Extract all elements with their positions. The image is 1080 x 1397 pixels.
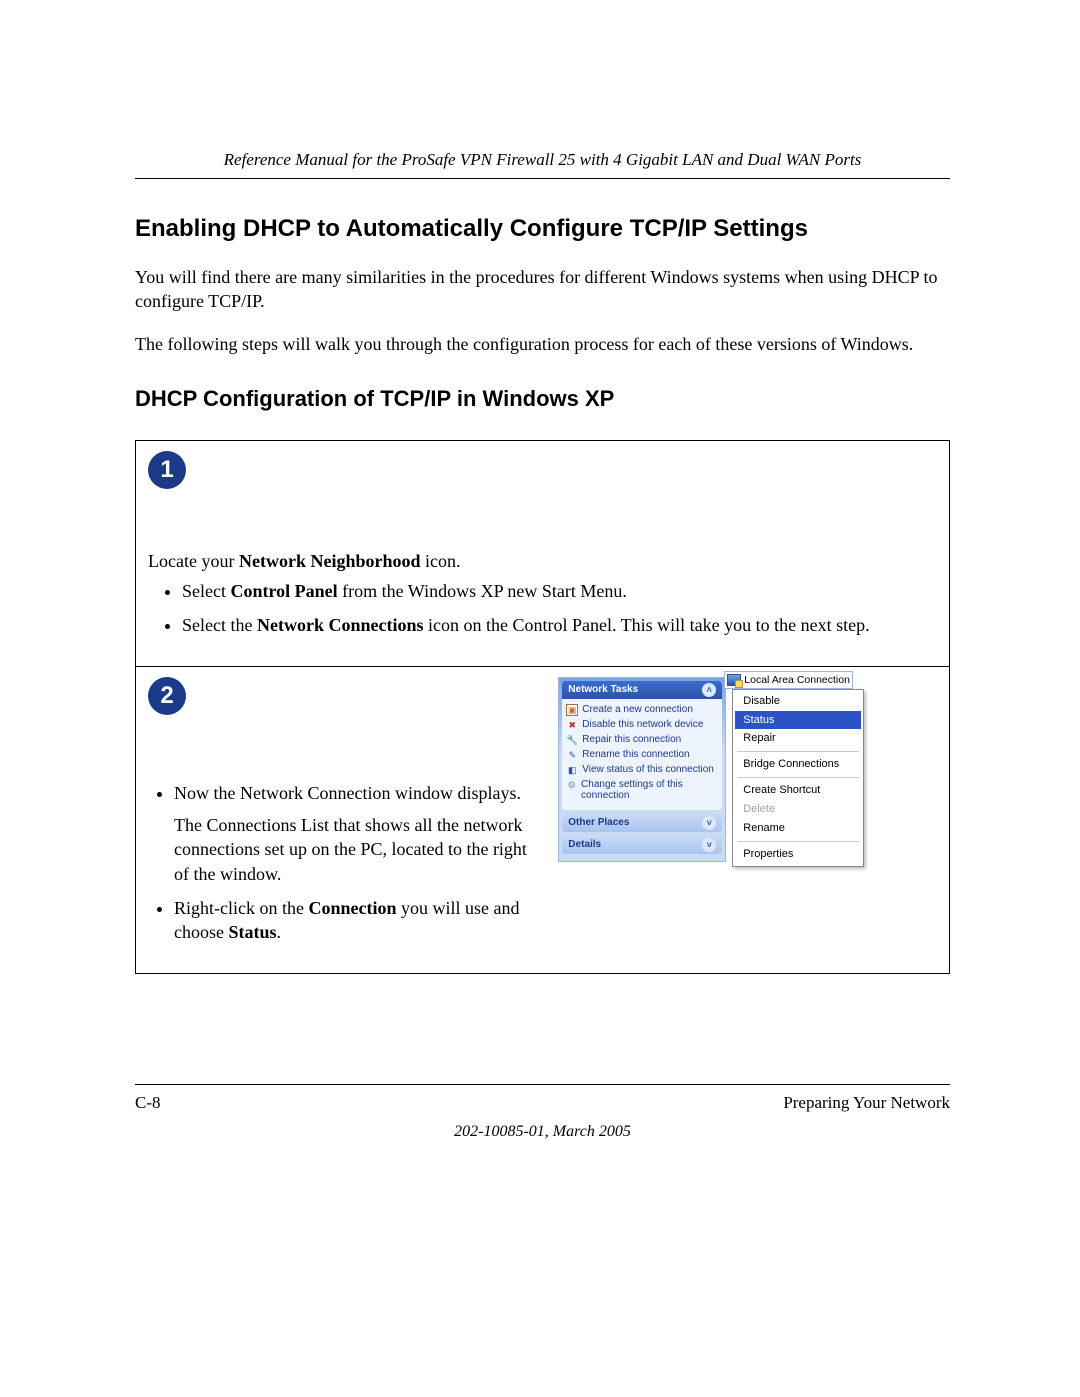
xp-task-panel: Network Tasks ˄ ▣ Create a new connectio… <box>558 677 726 862</box>
s1b2-pre: Select the <box>182 615 257 635</box>
step-1-bullet-2: Select the Network Connections icon on t… <box>182 613 937 637</box>
ctx-separator <box>737 751 859 752</box>
new-connection-icon: ▣ <box>566 704 578 716</box>
xp-link-repair-connection[interactable]: 🔧 Repair this connection <box>566 733 718 748</box>
xp-link-view-status-label: View status of this connection <box>582 764 714 776</box>
step-2-bullet-2: Right-click on the Connection you will u… <box>174 896 544 945</box>
s2b1: Now the Network Connection window displa… <box>174 783 521 803</box>
context-menu: Disable Status Repair Bridge Connections… <box>732 689 864 867</box>
xp-network-tasks-body: ▣ Create a new connection ✖ Disable this… <box>562 699 722 810</box>
step-2-screenshot-column: Network Tasks ˄ ▣ Create a new connectio… <box>558 677 937 955</box>
s1b1-post: from the Windows XP new Start Menu. <box>338 581 627 601</box>
ctx-properties[interactable]: Properties <box>735 845 861 864</box>
xp-link-view-status[interactable]: ◧ View status of this connection <box>566 763 718 778</box>
status-icon: ◧ <box>566 764 578 776</box>
ctx-repair[interactable]: Repair <box>735 729 861 748</box>
ctx-bridge[interactable]: Bridge Connections <box>735 755 861 774</box>
s2b2-post: . <box>277 922 282 942</box>
step-2-bullets: Now the Network Connection window displa… <box>148 781 544 945</box>
xp-details-section: Details ˅ <box>562 836 722 854</box>
xp-link-change-settings-label: Change settings of this connection <box>581 779 718 802</box>
expand-icon[interactable]: ˅ <box>702 838 716 852</box>
xp-network-tasks-section: Network Tasks ˄ ▣ Create a new connectio… <box>562 681 722 810</box>
footer-rule <box>135 1084 950 1085</box>
ctx-separator <box>737 841 859 842</box>
step-1-intro-pre: Locate your <box>148 551 239 571</box>
collapse-icon[interactable]: ˄ <box>702 683 716 697</box>
subsection-heading: DHCP Configuration of TCP/IP in Windows … <box>135 386 950 412</box>
ctx-delete: Delete <box>735 800 861 819</box>
xp-details-header[interactable]: Details ˅ <box>562 836 722 854</box>
step-1-bullet-1: Select Control Panel from the Windows XP… <box>182 579 937 603</box>
xp-link-repair-connection-label: Repair this connection <box>582 734 681 746</box>
lan-connection-label: Local Area Connection <box>744 673 850 687</box>
s1b2-bold: Network Connections <box>257 615 424 635</box>
xp-details-label: Details <box>568 838 601 852</box>
paragraph-2: The following steps will walk you throug… <box>135 332 950 356</box>
xp-link-rename-connection-label: Rename this connection <box>582 749 689 761</box>
step-1-bullets: Select Control Panel from the Windows XP… <box>148 579 937 638</box>
ctx-disable[interactable]: Disable <box>735 692 861 711</box>
ctx-create-shortcut[interactable]: Create Shortcut <box>735 781 861 800</box>
step-1-badge: 1 <box>148 451 186 489</box>
rename-icon: ✎ <box>566 749 578 761</box>
xp-other-places-label: Other Places <box>568 816 629 830</box>
xp-link-rename-connection[interactable]: ✎ Rename this connection <box>566 748 718 763</box>
step-1-cell: 1 Locate your Network Neighborhood icon.… <box>136 440 950 666</box>
step-2-text-column: 2 Now the Network Connection window disp… <box>148 677 544 955</box>
section-heading: Enabling DHCP to Automatically Configure… <box>135 215 950 243</box>
footer-doc-id: 202-10085-01, March 2005 <box>135 1123 950 1141</box>
ctx-status[interactable]: Status <box>735 711 861 730</box>
s1b1-pre: Select <box>182 581 230 601</box>
page-header: Reference Manual for the ProSafe VPN Fir… <box>135 150 950 179</box>
xp-link-change-settings[interactable]: ⚙ Change settings of this connection <box>566 778 718 804</box>
footer-page-number: C-8 <box>135 1093 161 1113</box>
steps-table: 1 Locate your Network Neighborhood icon.… <box>135 440 950 974</box>
ctx-separator <box>737 777 859 778</box>
s2b2-bold: Connection <box>308 898 396 918</box>
xp-network-tasks-header[interactable]: Network Tasks ˄ <box>562 681 722 699</box>
xp-link-create-connection[interactable]: ▣ Create a new connection <box>566 703 718 718</box>
s1b2-post: icon on the Control Panel. This will tak… <box>423 615 869 635</box>
xp-other-places-header[interactable]: Other Places ˅ <box>562 814 722 832</box>
step-1-intro-post: icon. <box>420 551 460 571</box>
step-2-bullet-1: Now the Network Connection window displa… <box>174 781 544 886</box>
s2b2-pre: Right-click on the <box>174 898 308 918</box>
footer-section-title: Preparing Your Network <box>783 1093 950 1113</box>
s2b1b: The Connections List that shows all the … <box>174 815 527 884</box>
step-2-cell: 2 Now the Network Connection window disp… <box>136 666 950 973</box>
xp-link-disable-device-label: Disable this network device <box>582 719 703 731</box>
xp-other-places-section: Other Places ˅ <box>562 814 722 832</box>
xp-link-disable-device[interactable]: ✖ Disable this network device <box>566 718 718 733</box>
settings-icon: ⚙ <box>566 779 577 791</box>
footer-row: C-8 Preparing Your Network <box>135 1093 950 1113</box>
s2b2-bold2: Status <box>228 922 276 942</box>
ctx-rename[interactable]: Rename <box>735 819 861 838</box>
lan-and-menu-column: Local Area Connection Disable Status Rep… <box>732 677 912 867</box>
repair-icon: 🔧 <box>566 734 578 746</box>
step-2-badge: 2 <box>148 677 186 715</box>
document-page: Reference Manual for the ProSafe VPN Fir… <box>0 0 1080 1397</box>
lan-icon <box>727 674 741 686</box>
step-1-intro: Locate your Network Neighborhood icon. <box>148 549 937 573</box>
s1b1-bold: Control Panel <box>230 581 337 601</box>
xp-network-tasks-label: Network Tasks <box>568 683 638 697</box>
disable-icon: ✖ <box>566 719 578 731</box>
expand-icon[interactable]: ˅ <box>702 816 716 830</box>
xp-link-create-connection-label: Create a new connection <box>582 704 693 716</box>
lan-connection-item[interactable]: Local Area Connection <box>724 671 853 689</box>
step-1-intro-bold: Network Neighborhood <box>239 551 421 571</box>
paragraph-1: You will find there are many similaritie… <box>135 265 950 314</box>
